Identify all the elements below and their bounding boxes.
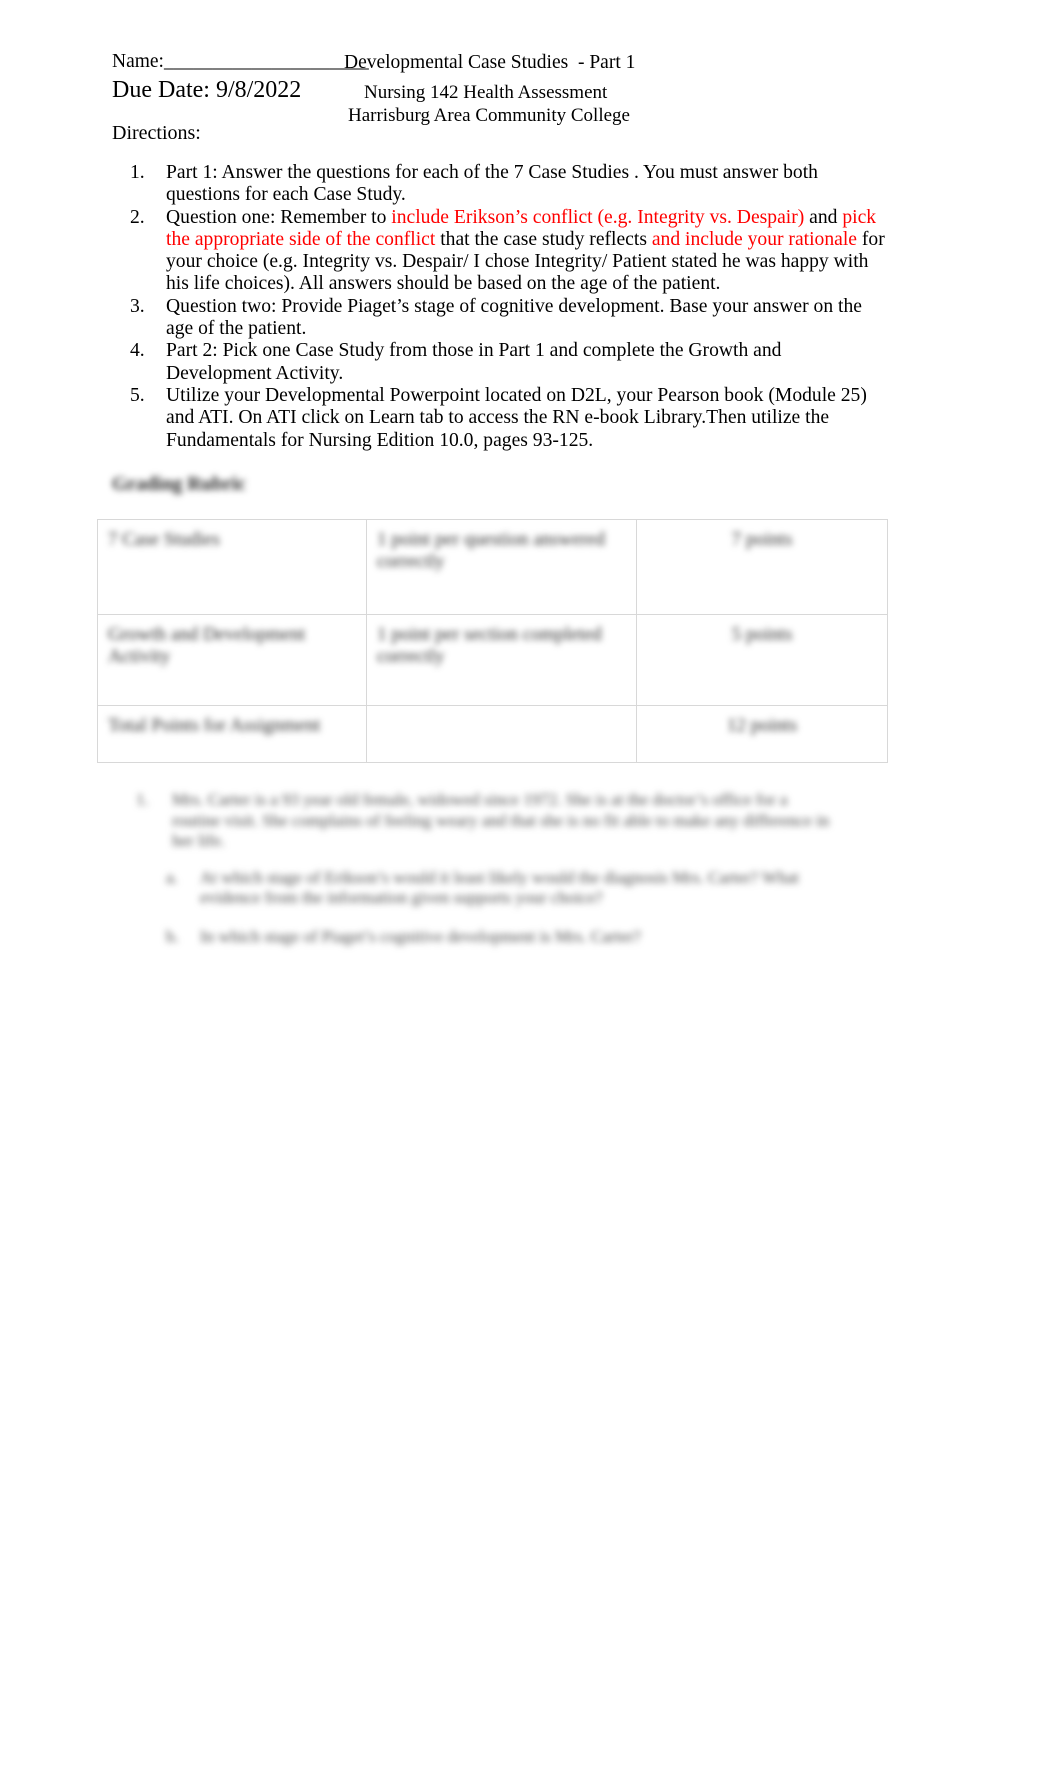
rubric-criteria-cell: Total Points for Assignment <box>97 705 367 763</box>
case-study-question-text: In which stage of Piaget’s cognitive dev… <box>200 926 641 946</box>
rubric-points-cell: 12 points <box>636 705 888 763</box>
directions-text-run: include Erikson’s conflict (e.g. Integri… <box>391 206 805 228</box>
grading-rubric-heading: Grading Rubric <box>112 474 246 495</box>
list-marker: b. <box>166 926 179 946</box>
directions-text-run: Part 2: Pick one Case Study from those i… <box>166 340 782 384</box>
list-marker: a. <box>166 867 178 887</box>
document-page: Name:_____________________ Developmental… <box>0 0 1062 1777</box>
college-name-text: Harrisburg Area Community College <box>348 105 630 126</box>
directions-text-run: Utilize your Developmental Powerpoint lo… <box>166 384 867 451</box>
directions-list-item: Utilize your Developmental Powerpoint lo… <box>130 384 888 452</box>
document-header: Name:_____________________ Developmental… <box>112 50 952 126</box>
directions-list-item: Question one: Remember to include Erikso… <box>130 206 888 296</box>
directions-text-run: Question two: Provide Piaget’s stage of … <box>166 295 862 340</box>
directions-text-run: that the case study reflects <box>435 228 652 250</box>
table-row: Total Points for Assignment 12 points <box>97 705 888 763</box>
directions-list-item: Part 2: Pick one Case Study from those i… <box>130 340 888 385</box>
rubric-detail-cell: 1 point per question answered correctly <box>366 519 637 615</box>
case-study-question-text: At which stage of Erikson’s would it lea… <box>200 867 799 908</box>
directions-text-run: and <box>804 206 843 228</box>
rubric-points-cell: 5 points <box>636 614 888 706</box>
name-field-label: Name:_____________________ <box>112 51 369 72</box>
directions-text-run: Part 1: Answer the questions for each of… <box>166 162 818 206</box>
directions-list: Part 1: Answer the questions for each of… <box>112 162 888 452</box>
page-title: Developmental Case Studies - Part 1 <box>344 52 636 73</box>
case-study-text: Mrs. Carter is a 93 year old female, wid… <box>172 790 830 850</box>
rubric-detail-cell <box>366 705 637 763</box>
directions-label: Directions: <box>112 122 201 144</box>
due-date-text: Due Date: 9/8/2022 <box>112 77 302 103</box>
case-study-question: a. At which stage of Erikson’s would it l… <box>166 868 836 909</box>
course-name-text: Nursing 142 Health Assessment <box>364 82 608 103</box>
grading-rubric-table: 7 Case Studies 1 point per question answe… <box>97 519 888 763</box>
rubric-points-cell: 7 points <box>636 519 888 615</box>
header-row-top: Name:_____________________ Developmental… <box>112 50 952 76</box>
rubric-detail-cell: 1 point per section completed correctly <box>366 614 637 706</box>
table-row: Growth and Development Activity 1 point p… <box>97 614 888 706</box>
directions-text-run: and include your rationale <box>651 228 857 250</box>
directions-text-run: Question one: Remember to <box>166 206 392 228</box>
directions-list-item: Question two: Provide Piaget’s stage of … <box>130 295 888 341</box>
case-study-question: b. In which stage of Piaget’s cognitive d… <box>166 927 836 948</box>
case-study-questions: a. At which stage of Erikson’s would it l… <box>136 868 836 948</box>
case-study-section: 1. Mrs. Carter is a 93 year old female, w… <box>136 790 836 965</box>
case-study-item: 1. Mrs. Carter is a 93 year old female, w… <box>136 790 836 852</box>
table-row: 7 Case Studies 1 point per question answe… <box>97 519 888 615</box>
rubric-criteria-cell: 7 Case Studies <box>97 519 367 615</box>
directions-list-item: Part 1: Answer the questions for each of… <box>130 162 888 207</box>
list-marker: 1. <box>136 790 149 809</box>
rubric-criteria-cell: Growth and Development Activity <box>97 614 367 706</box>
